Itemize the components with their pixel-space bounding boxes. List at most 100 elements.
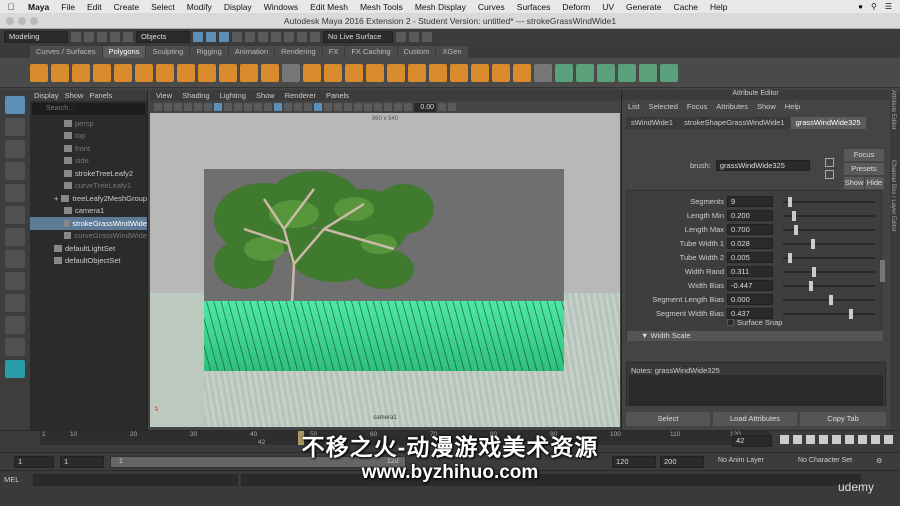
poly-text-icon[interactable] [240,63,258,82]
anim-prefs-icon[interactable]: ⚙ [876,457,882,465]
target-weld-icon[interactable] [492,63,510,82]
gamma-icon[interactable] [438,103,446,111]
menu-windows[interactable]: Windows [258,2,304,12]
mirror-icon[interactable] [366,63,384,82]
persp-graph-icon[interactable] [5,316,25,334]
slider-knob[interactable] [810,238,815,249]
poly-cube-icon[interactable] [51,63,69,82]
select-object-icon[interactable] [206,31,216,42]
anim-layer-dropdown[interactable]: No Anim Layer [718,457,764,464]
ae-menu-selected[interactable]: Selected [649,102,678,111]
poly-cone-icon[interactable] [93,63,111,82]
snap-point-icon[interactable] [258,31,268,42]
viewport-menu-shading[interactable]: Shading [182,91,210,100]
camera-attributes-icon[interactable] [164,103,172,111]
menu-deform[interactable]: Deform [556,2,596,12]
ae-menu-attributes[interactable]: Attributes [716,102,748,111]
camera-select-icon[interactable] [154,103,162,111]
anim-start-field[interactable]: 1 [14,456,54,468]
uv-layout-icon[interactable] [660,63,678,82]
select-hierarchy-icon[interactable] [193,31,203,42]
play-backwards-icon[interactable] [819,435,828,444]
ae-tab-stroke-shape[interactable]: strokeShapeGrassWindWide1 [679,117,790,129]
viewport-menu-renderer[interactable]: Renderer [285,91,316,100]
side-tab-channel-box[interactable]: Channel Box / Layer Editor [890,160,896,280]
outliner-item-curve-tree[interactable]: curveTreeLeafy1 [30,180,147,193]
tube-width-1-slider[interactable] [783,238,875,249]
mode-dropdown[interactable]: Modeling [4,30,68,43]
outliner-item-camera1[interactable]: camera1 [30,205,147,218]
outliner-search-input[interactable]: Search... [32,103,145,115]
shelf-tab-sculpting[interactable]: Sculpting [146,46,190,58]
notes-textarea[interactable] [629,375,883,405]
outliner-item-top[interactable]: top [30,130,147,143]
bridge-icon[interactable] [408,63,426,82]
shelf-tab-fx-caching[interactable]: FX Caching [345,46,397,58]
segments-field[interactable]: 9 [727,196,773,207]
wifi-icon[interactable]: ● [858,2,863,11]
anim-end-field[interactable]: 200 [660,456,704,468]
menu-help[interactable]: Help [704,2,733,12]
persp-outliner-icon[interactable] [5,294,25,312]
character-set-dropdown[interactable]: No Character Set [798,457,852,464]
list-icon[interactable]: ☰ [885,2,892,11]
combine-icon[interactable] [282,63,300,82]
copy-tab-button[interactable]: Copy Tab [800,412,886,426]
ae-tab-stroke[interactable]: sWindWide1 [626,117,679,129]
slider-knob[interactable] [849,308,854,319]
outliner-item-stroke-grass[interactable]: strokeGrassWindWide [30,217,147,230]
expand-icon[interactable]: + [54,194,58,203]
poly-cylinder-icon[interactable] [72,63,90,82]
shadows-icon[interactable] [324,103,332,111]
isolate-select-icon[interactable] [364,103,372,111]
xray-joints-icon[interactable] [384,103,392,111]
safe-title-icon[interactable] [254,103,262,111]
width-bias-field[interactable]: -0.447 [727,280,773,291]
menu-curves[interactable]: Curves [472,2,511,12]
wireframe-on-shaded-icon[interactable] [294,103,302,111]
slider-knob[interactable] [787,196,792,207]
mash-icon[interactable] [5,360,25,378]
segments-slider[interactable] [783,196,875,207]
save-scene-icon[interactable] [97,31,107,42]
redo-icon[interactable] [123,31,133,42]
poly-svg-icon[interactable] [261,63,279,82]
menu-cache[interactable]: Cache [667,2,704,12]
snap-plane-icon[interactable] [271,31,281,42]
segment-length-bias-field[interactable]: 0.000 [727,294,773,305]
uv-cylindrical-icon[interactable] [576,63,594,82]
film-gate-icon[interactable] [204,103,212,111]
extrude-icon[interactable] [387,63,405,82]
outliner-item-persp[interactable]: persp [30,117,147,130]
last-tool-icon[interactable] [5,228,25,246]
render-icon[interactable] [284,31,294,42]
viewport-menu-panels[interactable]: Panels [326,91,349,100]
poly-pipe-icon[interactable] [198,63,216,82]
window-controls[interactable] [6,17,38,25]
slider-knob[interactable] [787,252,792,263]
current-frame-field[interactable]: 42 [732,435,772,447]
shelf-tab-xgen[interactable]: XGen [436,46,468,58]
outliner-item-side[interactable]: side [30,155,147,168]
poly-torus-icon[interactable] [114,63,132,82]
xray-components-icon[interactable] [394,103,402,111]
ambient-occlusion-icon[interactable] [334,103,342,111]
rotate-tool-icon[interactable] [5,184,25,202]
menu-display[interactable]: Display [218,2,258,12]
width-rand-slider[interactable] [783,266,875,277]
outliner-item-light-set[interactable]: defaultLightSet [30,242,147,255]
segment-width-bias-slider[interactable] [783,308,875,319]
command-input[interactable] [33,473,239,486]
use-lights-icon[interactable] [314,103,322,111]
smooth-shade-icon[interactable] [274,103,282,111]
select-tool-icon[interactable] [5,96,25,114]
step-back-key-icon[interactable] [793,435,802,444]
viewport-menu-view[interactable]: View [156,91,172,100]
playback-start-field[interactable]: 1 [60,456,104,468]
select-component-icon[interactable] [219,31,229,42]
outliner-item-front[interactable]: front [30,142,147,155]
anti-aliasing-icon[interactable] [354,103,362,111]
play-forwards-icon[interactable] [832,435,841,444]
delete-edge-icon[interactable] [534,63,552,82]
go-to-end-icon[interactable] [871,435,880,444]
